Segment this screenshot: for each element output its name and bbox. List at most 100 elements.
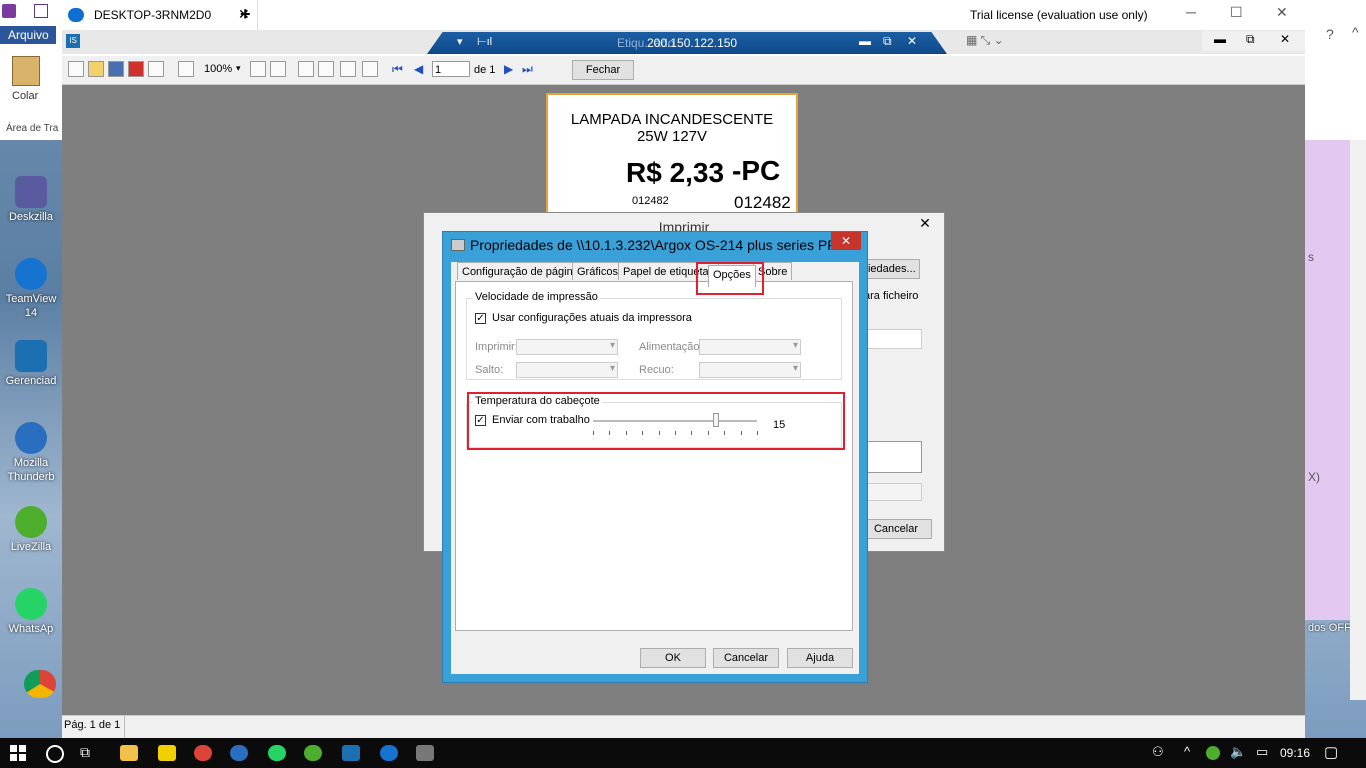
- desktop-icon-thunderbird[interactable]: Mozilla Thunderb: [0, 422, 62, 484]
- next-page-icon[interactable]: ▶: [504, 62, 513, 76]
- tv-session-tab[interactable]: DESKTOP-3RNM2D0 ✕: [62, 0, 258, 30]
- page-setup-icon[interactable]: [340, 61, 356, 77]
- alimentacao-label: Alimentação:: [639, 341, 703, 353]
- desktop-icon-gerenciador[interactable]: Gerenciad: [0, 340, 62, 388]
- save-icon[interactable]: [108, 61, 124, 77]
- highlight-opcoes-tab: [696, 262, 764, 295]
- tv-remote-control-bar[interactable]: ▾ ⊢ıl Etiqu...ado 200.150.122.150 ▬ ⧉ ✕: [427, 32, 947, 54]
- chevron-up-icon[interactable]: ^: [1184, 744, 1190, 759]
- volume-icon[interactable]: 🔈: [1230, 744, 1246, 760]
- close-window-icon[interactable]: ✕: [1276, 4, 1288, 21]
- thunderbird-icon[interactable]: [230, 745, 248, 761]
- tv-tab-title: DESKTOP-3RNM2D0: [94, 8, 212, 22]
- open-icon[interactable]: [88, 61, 104, 77]
- recuo-select[interactable]: [699, 362, 801, 378]
- pages-select[interactable]: [864, 483, 922, 501]
- zoom-in-icon[interactable]: [178, 61, 194, 77]
- imprimir-cancelar-button[interactable]: Cancelar: [860, 519, 932, 539]
- desktop-icon-teamviewer[interactable]: TeamView 14: [0, 258, 62, 320]
- label-line2: 25W 127V: [636, 128, 708, 145]
- remote-restore-icon[interactable]: ⧉: [883, 34, 892, 49]
- save-icon[interactable]: [34, 4, 48, 18]
- gerenciador-icon[interactable]: [342, 745, 360, 761]
- minimize-icon[interactable]: ─: [1186, 4, 1196, 20]
- fit-page-icon[interactable]: [270, 61, 286, 77]
- livezilla-icon[interactable]: [304, 745, 322, 761]
- people-icon[interactable]: ⚇: [1152, 744, 1164, 760]
- salto-select[interactable]: [516, 362, 618, 378]
- alimentacao-select[interactable]: [699, 339, 801, 355]
- desktop-icon-livezilla[interactable]: LiveZilla: [0, 506, 62, 554]
- tab-configuracao-pagina[interactable]: Configuração de página: [457, 262, 584, 280]
- edit-icon[interactable]: [362, 61, 378, 77]
- help-icon[interactable]: ?: [1326, 26, 1334, 42]
- clock[interactable]: 09:16: [1280, 746, 1310, 760]
- colar-label[interactable]: Colar: [12, 90, 38, 102]
- tv-view-options-icon[interactable]: ▦ ⤡ ⌄: [966, 33, 1004, 48]
- imprimir-label: Imprimir:: [475, 341, 518, 353]
- ajuda-button[interactable]: Ajuda: [787, 648, 853, 668]
- cancelar-button[interactable]: Cancelar: [713, 648, 779, 668]
- right-app-area: [1305, 0, 1366, 140]
- desktop-icon-whatsapp[interactable]: WhatsAp: [0, 588, 62, 636]
- network-icon[interactable]: ▭: [1256, 744, 1268, 760]
- remote-minimize-icon[interactable]: ▬: [859, 34, 871, 48]
- remote-close-icon[interactable]: ✕: [907, 34, 917, 48]
- two-page-icon[interactable]: [318, 61, 334, 77]
- tv-titlebar: DESKTOP-3RNM2D0 ✕ + Trial license (evalu…: [62, 0, 1305, 30]
- remote-app-minimize-icon[interactable]: ▬: [1214, 32, 1226, 46]
- livezilla-tray-icon[interactable]: [1206, 746, 1220, 760]
- use-printer-settings-label: Usar configurações atuais da impressora: [492, 312, 692, 324]
- maximize-icon[interactable]: ☐: [1230, 4, 1243, 21]
- prev-page-icon[interactable]: ◀: [414, 62, 423, 76]
- page-of-label: de 1: [474, 64, 496, 76]
- first-page-icon[interactable]: ⏮: [392, 62, 403, 77]
- arquivo-tab[interactable]: Arquivo: [0, 26, 56, 44]
- label-line1: LAMPADA INCANDESCENTE: [570, 111, 774, 128]
- search-icon[interactable]: [46, 745, 64, 763]
- desktop-icon-deskzilla[interactable]: Deskzilla: [0, 176, 62, 224]
- collapse-icon[interactable]: ^: [1352, 24, 1359, 40]
- zoom-out-icon[interactable]: [250, 61, 266, 77]
- print-icon[interactable]: [68, 61, 84, 77]
- imprimir-select[interactable]: [516, 339, 618, 355]
- copies-input[interactable]: [864, 329, 922, 349]
- file-explorer-icon[interactable]: [120, 745, 138, 761]
- pdf-icon[interactable]: [128, 61, 144, 77]
- chevron-down-icon[interactable]: ▾: [457, 35, 463, 48]
- desktop-icon-label: TeamView 14: [5, 293, 57, 319]
- teamviewer-icon[interactable]: [380, 745, 398, 761]
- remote-app-restore-icon[interactable]: ⧉: [1246, 32, 1255, 47]
- sticky-notes-icon[interactable]: [158, 745, 176, 761]
- start-button[interactable]: [10, 745, 26, 761]
- print-range-select[interactable]: [864, 441, 922, 473]
- area-trabalho-label: Área de Tra: [6, 123, 59, 134]
- chrome-icon[interactable]: [24, 670, 56, 698]
- whatsapp-icon[interactable]: [268, 745, 286, 761]
- taskbar: ⧉ ⚇ ^ 🔈 ▭ 09:16 ▢: [0, 738, 1366, 768]
- ok-button[interactable]: OK: [640, 648, 706, 668]
- propriedades-button[interactable]: riedades...: [860, 259, 920, 279]
- paste-icon[interactable]: [12, 56, 40, 86]
- last-page-icon[interactable]: ⏭: [522, 62, 533, 77]
- use-printer-settings-checkbox[interactable]: ✓: [475, 313, 486, 324]
- propriedades-close-icon[interactable]: ✕: [831, 232, 861, 250]
- remote-app-close-icon[interactable]: ✕: [1280, 32, 1290, 46]
- page-number-input[interactable]: 1: [432, 61, 470, 77]
- chrome-icon[interactable]: [194, 745, 212, 761]
- para-ficheiro-label[interactable]: ara ficheiro: [864, 290, 918, 302]
- chevron-down-icon[interactable]: ▾: [236, 63, 241, 74]
- imprimir-close-icon[interactable]: ✕: [908, 213, 942, 233]
- label-preview: LAMPADA INCANDESCENTE 25W 127V R$ 2,33 -…: [546, 93, 798, 221]
- zoom-select[interactable]: 100%: [204, 63, 232, 75]
- notifications-icon[interactable]: ▢: [1324, 743, 1338, 761]
- single-page-icon[interactable]: [298, 61, 314, 77]
- new-tab-button[interactable]: +: [240, 4, 251, 25]
- find-icon[interactable]: [148, 61, 164, 77]
- task-view-icon[interactable]: ⧉: [80, 744, 90, 761]
- misc-app-icon[interactable]: [416, 745, 434, 761]
- desktop-icon-label: Gerenciad: [5, 375, 57, 387]
- fechar-button[interactable]: Fechar: [572, 60, 634, 80]
- right-scrollbar[interactable]: [1350, 140, 1366, 700]
- tab-graficos[interactable]: Gráficos: [572, 262, 623, 280]
